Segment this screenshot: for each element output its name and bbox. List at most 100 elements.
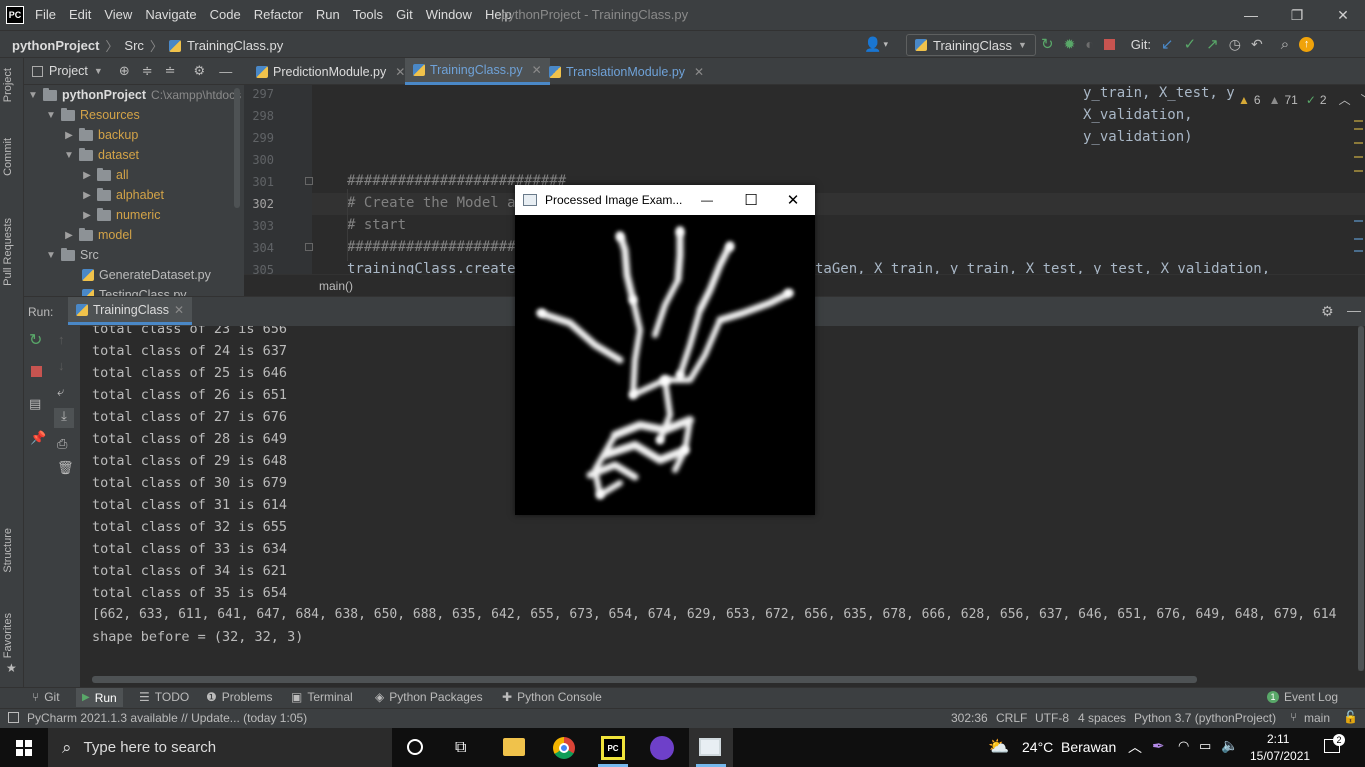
tree-item-generatedataset[interactable]: GenerateDataset.py (82, 265, 211, 285)
horizontal-scrollbar[interactable] (92, 676, 1197, 683)
pen-icon[interactable]: ✒ (1152, 737, 1165, 755)
menu-code[interactable]: Code (210, 7, 241, 22)
chrome-icon[interactable] (553, 737, 575, 759)
python-window-taskbar-item[interactable] (689, 728, 733, 767)
pycharm-taskbar-icon[interactable]: PC (601, 736, 625, 760)
close-tab-icon[interactable]: ✕ (174, 303, 184, 317)
user-icon[interactable]: 👤 ▾ (864, 36, 888, 53)
tool-tab-todo[interactable]: ☰ TODO (139, 690, 189, 704)
fold-icon[interactable] (305, 243, 313, 251)
project-scrollbar[interactable] (234, 88, 240, 208)
menu-view[interactable]: View (104, 7, 132, 22)
minimize-button[interactable]: — (1228, 0, 1274, 30)
code-line[interactable]: # Create the Model an (347, 195, 524, 211)
gear-icon[interactable]: ⚙ (1321, 303, 1334, 320)
collapse-all-icon[interactable]: ≐ (165, 63, 176, 79)
project-panel-title[interactable]: Project (49, 64, 88, 78)
inspection-widget[interactable]: ▲ 6 ▲ 71 ✓ 2 ︿ ﹀ (1234, 91, 1365, 108)
popup-title-bar[interactable]: Processed Image Exam... — ☐ ✕ (515, 185, 815, 215)
chevron-up-icon[interactable]: ︿ (1128, 737, 1142, 757)
tree-item-src[interactable]: ▼ Src (46, 245, 99, 265)
tool-tab-run[interactable]: ▶ Run (76, 688, 123, 707)
tree-item-backup[interactable]: ▶ backup (64, 125, 138, 145)
breadcrumb-project[interactable]: pythonProject (12, 38, 99, 53)
favorites-tool-tab[interactable]: Favorites (2, 613, 14, 658)
code-line[interactable]: y_validation) (1083, 129, 1193, 145)
lock-icon[interactable]: 🔓 (1343, 710, 1358, 724)
github-desktop-icon[interactable] (650, 736, 674, 760)
volume-icon[interactable]: 🔈 (1221, 737, 1238, 754)
weather-text[interactable]: Berawan (1061, 739, 1116, 755)
battery-icon[interactable]: ▭ (1199, 738, 1211, 754)
vertical-scrollbar-thumb[interactable] (1358, 326, 1364, 671)
expand-all-icon[interactable]: ≑ (142, 63, 153, 79)
tool-tab-terminal[interactable]: ▣ Terminal (291, 690, 353, 704)
tree-item-all[interactable]: ▶ all (82, 165, 129, 185)
breadcrumb-file[interactable]: TrainingClass.py (187, 38, 283, 53)
taskbar-search[interactable]: ⌕ Type here to search (48, 728, 392, 767)
chevron-down-icon[interactable]: ▼ (94, 66, 103, 76)
structure-tool-tab[interactable]: Structure (2, 528, 14, 573)
menu-navigate[interactable]: Navigate (145, 7, 196, 22)
file-explorer-icon[interactable] (503, 738, 525, 756)
fold-icon[interactable] (305, 177, 313, 185)
tree-item-dataset[interactable]: ▼ dataset (64, 145, 139, 165)
locate-icon[interactable]: ⊕ (119, 63, 130, 79)
chevron-up-icon[interactable]: ︿ (1339, 91, 1351, 108)
menu-file[interactable]: File (35, 7, 56, 22)
tab-predictionmodule[interactable]: PredictionModule.py ✕ (248, 58, 413, 85)
tree-item-resources[interactable]: ▼ Resources (46, 105, 140, 125)
popup-maximize-button[interactable]: ☐ (729, 185, 773, 215)
caret-position[interactable]: 302:36 (951, 711, 988, 725)
event-log[interactable]: 1 Event Log (1267, 690, 1338, 704)
code-line[interactable]: # start (347, 217, 406, 233)
layout-icon[interactable]: ▤ (29, 396, 41, 412)
popup-close-button[interactable]: ✕ (771, 185, 815, 215)
breadcrumb-folder[interactable]: Src (124, 38, 144, 53)
menu-edit[interactable]: Edit (69, 7, 91, 22)
clock-date[interactable]: 15/07/2021 (1250, 749, 1310, 763)
menu-window[interactable]: Window (426, 7, 472, 22)
task-view-icon[interactable]: ⧉ (455, 739, 466, 757)
stop-icon[interactable] (1103, 38, 1115, 50)
hide-icon[interactable]: — (219, 64, 232, 79)
code-line[interactable]: ####################### (347, 239, 541, 255)
arrow-down-icon[interactable]: ↓ (58, 358, 65, 373)
run-tab[interactable]: TrainingClass ✕ (68, 297, 193, 325)
rollback-icon[interactable]: ↶ (1251, 36, 1263, 53)
rerun-icon[interactable]: ↻ (1041, 35, 1054, 53)
indent-setting[interactable]: 4 spaces (1078, 711, 1126, 725)
rerun-icon[interactable]: ↻ (29, 330, 42, 350)
menu-refactor[interactable]: Refactor (254, 7, 303, 22)
python-interpreter[interactable]: Python 3.7 (pythonProject) (1134, 711, 1276, 725)
search-icon[interactable]: ⌕ (1281, 36, 1289, 53)
print-icon[interactable]: ⎙ (57, 436, 67, 452)
commit-tool-tab[interactable]: Commit (2, 138, 14, 176)
status-message[interactable]: PyCharm 2021.1.3 available // Update... … (27, 711, 307, 725)
code-line[interactable]: X_validation, (1083, 107, 1193, 123)
git-commit-icon[interactable]: ✓ (1184, 35, 1197, 53)
close-tab-icon[interactable]: ✕ (395, 65, 405, 79)
tree-item-numeric[interactable]: ▶ numeric (82, 205, 160, 225)
menu-git[interactable]: Git (396, 7, 413, 22)
coverage-icon[interactable]: ◐ (1085, 36, 1093, 52)
debug-icon[interactable]: ✹ (1064, 36, 1076, 53)
pin-icon[interactable]: 📌 (30, 430, 46, 446)
close-tab-icon[interactable]: ✕ (694, 65, 704, 79)
history-icon[interactable]: ◷ (1229, 36, 1241, 53)
popup-minimize-button[interactable]: — (685, 185, 729, 215)
tool-tab-python-console[interactable]: ✚ Python Console (502, 690, 602, 704)
project-tool-tab[interactable]: Project (2, 68, 14, 102)
menu-run[interactable]: Run (316, 7, 340, 22)
stop-icon[interactable] (31, 366, 42, 377)
tab-translationmodule[interactable]: TranslationModule.py ✕ (541, 58, 712, 85)
tool-tab-problems[interactable]: ❶ Problems (206, 690, 272, 704)
git-branch[interactable]: main (1304, 711, 1330, 725)
weather-icon[interactable]: ⛅ (988, 737, 1009, 757)
hide-icon[interactable]: — (1347, 302, 1361, 318)
line-separator[interactable]: CRLF (996, 711, 1027, 725)
tree-item-model[interactable]: ▶ model (64, 225, 132, 245)
run-config-selector[interactable]: TrainingClass ▼ (906, 34, 1036, 56)
menu-tools[interactable]: Tools (353, 7, 383, 22)
windows-start-icon[interactable] (16, 740, 32, 756)
